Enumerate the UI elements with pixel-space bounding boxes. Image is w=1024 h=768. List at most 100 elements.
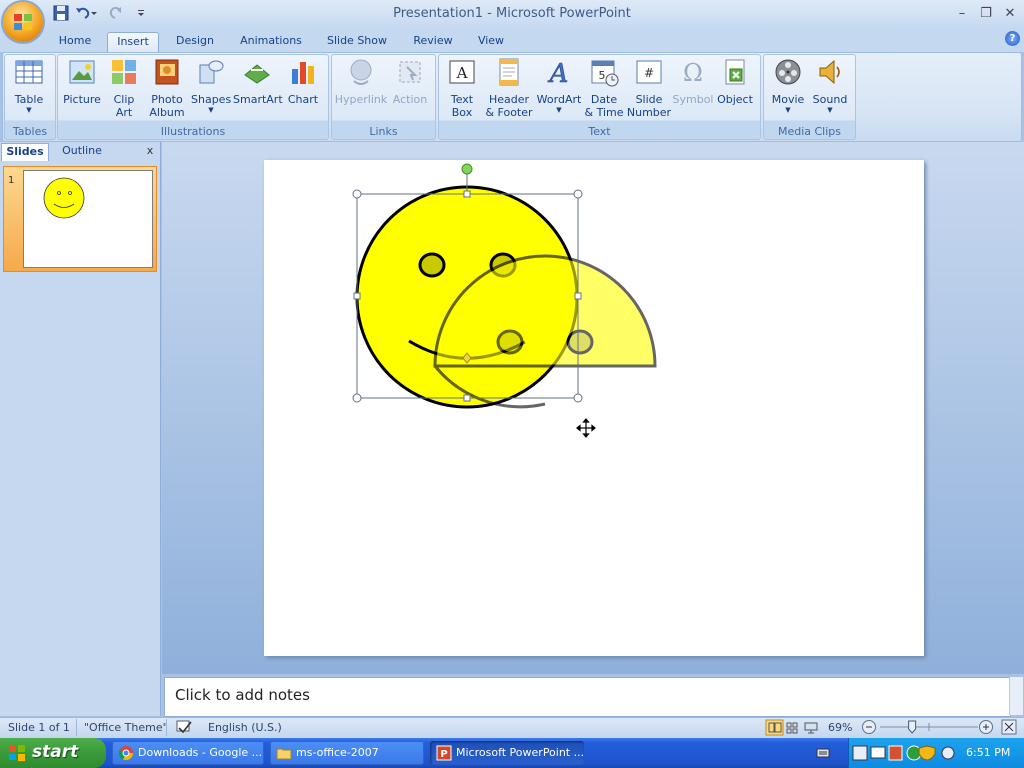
group-label-illustrations: Illustrations <box>160 125 226 138</box>
keyboard-icon[interactable] <box>816 746 830 760</box>
tab-insert[interactable]: Insert <box>107 32 159 54</box>
tab-animations[interactable]: Animations <box>232 32 310 52</box>
group-label-tables: Tables <box>12 125 48 138</box>
save-icon[interactable] <box>52 4 70 22</box>
undo-dropdown-icon[interactable] <box>90 4 98 22</box>
thumbnail-smiley <box>43 177 85 219</box>
tab-design[interactable]: Design <box>168 32 222 52</box>
header-footer-label-1: Header <box>488 93 530 106</box>
photo-album-button[interactable]: Photo Album <box>144 57 190 119</box>
chart-button[interactable]: Chart <box>284 57 322 106</box>
sound-label: Sound <box>812 93 848 106</box>
help-button[interactable]: ? <box>1005 31 1020 46</box>
clip-art-button[interactable]: Clip Art <box>106 57 142 119</box>
action-button[interactable]: Action <box>390 57 430 106</box>
svg-text:A: A <box>548 59 569 87</box>
tab-slide-show[interactable]: Slide Show <box>320 32 394 52</box>
hyperlink-icon <box>350 59 372 85</box>
slide-show-icon[interactable] <box>804 722 818 734</box>
office-button[interactable] <box>3 2 43 42</box>
pane-tab-slides[interactable]: Slides <box>1 143 49 161</box>
close-button[interactable]: ✕ <box>1000 5 1020 23</box>
status-language[interactable]: English (U.S.) <box>208 721 282 734</box>
taskbar-item-folder[interactable]: ms-office-2007 <box>270 741 424 765</box>
svg-text:A: A <box>456 64 468 82</box>
table-icon <box>15 60 43 84</box>
slide-number-label-2: Number <box>626 106 672 119</box>
date-time-button[interactable]: 5 Date & Time <box>584 57 624 119</box>
symbol-label: Symbol <box>672 93 714 106</box>
status-theme[interactable]: "Office Theme" <box>84 721 168 734</box>
slide-thumbnail[interactable] <box>23 170 153 268</box>
tray-network-icon[interactable] <box>870 746 886 759</box>
spelling-check-icon[interactable] <box>175 719 193 735</box>
slide-thumbnail-number: 1 <box>8 175 15 186</box>
group-label-text: Text <box>588 125 611 138</box>
sound-dropdown-icon: ▼ <box>827 106 833 114</box>
tray-volume-icon[interactable] <box>941 746 955 760</box>
notes-placeholder[interactable]: Click to add notes <box>175 686 310 704</box>
start-button[interactable]: start <box>0 738 106 768</box>
view-buttons <box>765 719 818 736</box>
hyperlink-button[interactable]: Hyperlink <box>334 57 388 106</box>
symbol-button[interactable]: Ω Symbol <box>672 57 714 106</box>
tray-app-icon[interactable] <box>852 745 868 761</box>
tab-view[interactable]: View <box>470 32 512 52</box>
zoom-slider[interactable] <box>860 718 1020 736</box>
svg-text:#: # <box>644 66 654 80</box>
omega-symbol-icon: Ω <box>683 59 703 87</box>
picture-label: Picture <box>63 93 101 106</box>
picture-button[interactable]: Picture <box>61 57 103 106</box>
photo-album-label-2: Album <box>149 106 185 119</box>
minimize-button[interactable]: – <box>952 5 972 23</box>
tray-office-icon[interactable] <box>888 745 903 761</box>
window-title: Presentation1 - Microsoft PowerPoint <box>393 6 631 21</box>
object-button[interactable]: Object <box>714 57 756 106</box>
chart-label: Chart <box>287 93 319 106</box>
slide-number-icon: # <box>636 60 662 84</box>
notes-scrollbar[interactable] <box>1009 677 1023 715</box>
wordart-icon: A <box>547 59 569 90</box>
clip-art-icon <box>112 60 136 84</box>
redo-icon <box>109 6 121 19</box>
slide-number-label-1: Slide <box>635 93 663 106</box>
tray-security-shield-icon[interactable] <box>918 745 936 761</box>
taskbar-clock: 6:51 PM <box>966 746 1011 759</box>
smartart-label: SmartArt <box>233 93 283 106</box>
header-footer-button[interactable]: Header & Footer <box>484 57 534 119</box>
shapes-icon <box>199 60 224 84</box>
movie-dropdown-icon: ▼ <box>785 106 791 114</box>
action-label: Action <box>392 93 428 106</box>
date-time-label-1: Date <box>590 93 618 106</box>
smartart-icon <box>244 64 270 84</box>
taskbar-item-powerpoint[interactable]: P Microsoft PowerPoint ... <box>430 741 584 765</box>
status-separator <box>166 719 167 736</box>
taskbar-item-label: Microsoft PowerPoint ... <box>456 746 584 759</box>
pane-tab-outline[interactable]: Outline <box>52 143 112 160</box>
tray-icons <box>852 745 955 761</box>
slide-number-button[interactable]: # Slide Number <box>626 57 672 119</box>
table-button[interactable]: Table ▼ <box>8 57 50 114</box>
sound-button[interactable]: Sound ▼ <box>810 57 850 114</box>
zoom-thumb[interactable] <box>908 720 917 734</box>
powerpoint-icon: P <box>436 745 452 761</box>
taskbar-item-label: ms-office-2007 <box>296 746 379 759</box>
wordart-button[interactable]: A WordArt ▼ <box>536 57 582 114</box>
slide-canvas[interactable] <box>264 160 924 656</box>
tab-review[interactable]: Review <box>405 32 461 52</box>
shapes-dropdown-icon: ▼ <box>208 106 214 114</box>
zoom-percentage[interactable]: 69% <box>828 721 852 734</box>
text-box-button[interactable]: A Text Box <box>442 57 482 119</box>
table-label: Table <box>14 93 44 106</box>
tab-home[interactable]: Home <box>50 32 100 52</box>
movie-button[interactable]: Movie ▼ <box>766 57 810 114</box>
object-label: Object <box>717 93 753 106</box>
restore-button[interactable]: ❐ <box>976 5 996 23</box>
shapes-button[interactable]: Shapes ▼ <box>191 57 231 114</box>
customize-toolbar-icon[interactable] <box>136 4 146 22</box>
pane-close-button[interactable]: x <box>144 145 156 157</box>
smartart-button[interactable]: SmartArt <box>233 57 283 106</box>
svg-text:5: 5 <box>599 69 606 82</box>
taskbar-item-chrome[interactable]: Downloads - Google ... <box>112 741 264 765</box>
slide-sorter-icon[interactable] <box>786 722 792 728</box>
